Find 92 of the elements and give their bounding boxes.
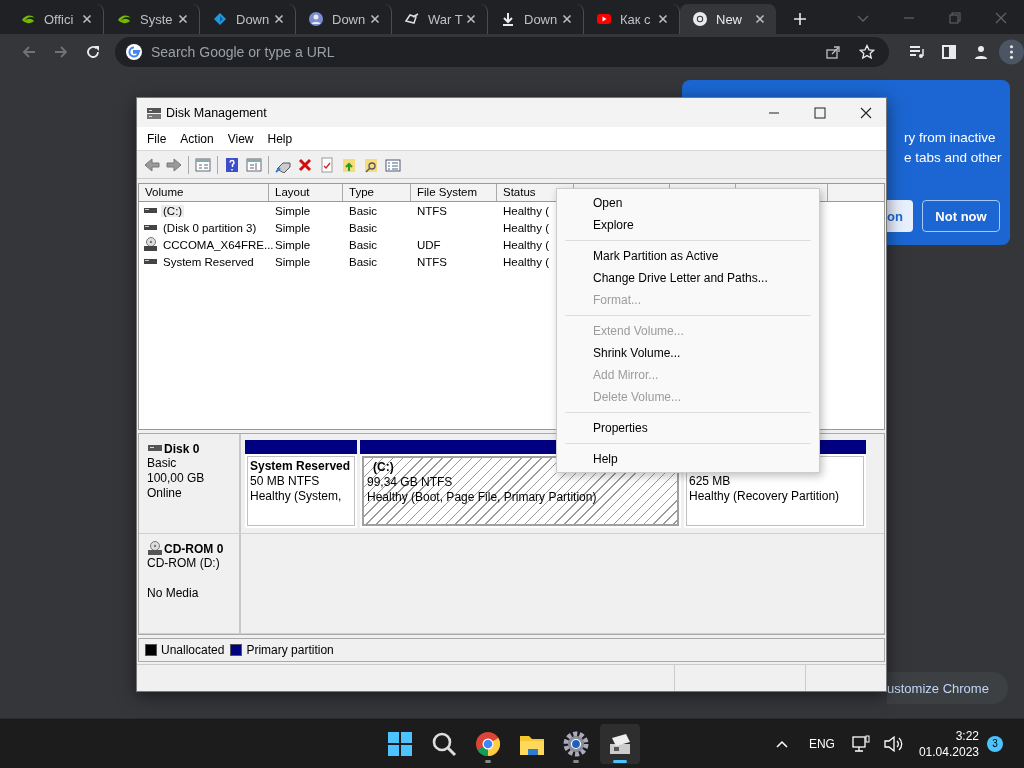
menu-item[interactable]: Explore	[557, 214, 819, 236]
diamond-icon	[212, 11, 228, 27]
column-header[interactable]: Layout	[269, 184, 343, 201]
column-header[interactable]: File System	[411, 184, 497, 201]
legend-label: Unallocated	[161, 643, 225, 657]
partition-status: Healthy (System,	[250, 489, 343, 504]
disk-info: Online	[147, 486, 183, 501]
legend-label: Primary partition	[246, 643, 334, 657]
folder-up-icon[interactable]	[341, 156, 357, 173]
media-list-icon[interactable]	[909, 44, 925, 60]
delete-icon[interactable]	[297, 156, 313, 173]
help-icon[interactable]	[224, 156, 240, 173]
table-cell[interactable]: CCCOMA_X64FRE...	[161, 238, 276, 251]
browser-tab[interactable]: New	[680, 4, 776, 34]
network-icon[interactable]	[850, 733, 871, 754]
google-logo-icon	[125, 43, 143, 61]
menu-item[interactable]: Action	[173, 129, 221, 148]
table-cell: UDF	[417, 238, 441, 251]
partition-status: Healthy (Recovery Partition)	[689, 489, 841, 504]
menu-item[interactable]: View	[220, 129, 261, 148]
menu-item[interactable]: Change Drive Letter and Paths...	[557, 267, 819, 289]
clock[interactable]: 3:22 01.04.2023	[918, 727, 979, 760]
volume-icon[interactable]	[882, 733, 903, 754]
disk-info: 100,00 GB	[147, 471, 206, 486]
avatar-icon	[308, 11, 324, 27]
cd-drive-icon	[147, 541, 163, 556]
disk-info: CD-ROM (D:)	[147, 556, 221, 571]
promo-button[interactable]: on	[887, 200, 913, 232]
forward-arrow-icon[interactable]	[53, 44, 69, 60]
maximize-icon[interactable]	[812, 104, 828, 121]
partition-status: Healthy (Boot, Page File, Primary Partition)	[367, 490, 598, 505]
menu-icon[interactable]	[999, 38, 1024, 66]
disk-info: No Media	[147, 586, 200, 601]
language-indicator[interactable]: ENG	[808, 736, 835, 751]
table-cell[interactable]: System Reserved	[161, 255, 256, 268]
back-arrow-icon[interactable]	[21, 44, 37, 60]
table-cell[interactable]: (C:)	[161, 204, 185, 217]
table-cell: Simple	[275, 238, 311, 251]
reload-icon[interactable]	[85, 44, 101, 60]
video-play-icon	[596, 11, 612, 27]
partition-block[interactable]: System Reserved 50 MB NTFS Healthy (System,	[245, 440, 357, 528]
taskbar-button[interactable]	[600, 723, 640, 764]
cd-drive-icon	[143, 237, 158, 252]
menu-item[interactable]: Properties	[557, 417, 819, 439]
table-cell: Simple	[275, 204, 311, 217]
table-cell: Healthy (	[503, 204, 550, 217]
disk-name: CD-ROM 0	[164, 541, 224, 556]
menu-item[interactable]: Shrink Volume...	[557, 342, 819, 364]
back-arrow-icon[interactable]	[144, 156, 160, 173]
table-cell: NTFS	[417, 204, 448, 217]
customize-chrome-button[interactable]: ustomize Chrome	[887, 672, 1008, 704]
window-title: Disk Management	[166, 105, 267, 120]
table-cell: Basic	[349, 238, 378, 251]
column-header[interactable]: Type	[343, 184, 411, 201]
table-cell: Simple	[275, 221, 311, 234]
chrome-logo-icon	[692, 11, 708, 27]
gear-icon	[562, 729, 590, 758]
disk-name: Disk 0	[164, 441, 200, 456]
promo-text: e tabs and other	[904, 149, 1003, 167]
table-cell: Basic	[349, 204, 378, 217]
share-icon[interactable]	[825, 44, 841, 60]
side-panel-icon[interactable]	[941, 44, 957, 60]
table-cell: Basic	[349, 255, 378, 268]
column-header[interactable]: Volume	[139, 184, 269, 201]
windows-logo-icon	[386, 729, 414, 758]
partition-size: 625 MB	[689, 474, 732, 489]
table-cell: Healthy (	[503, 238, 550, 251]
address-field[interactable]: Search Google or type a URL	[115, 37, 889, 67]
profile-icon[interactable]	[973, 44, 989, 60]
disk-info: Basic	[147, 456, 178, 471]
partition-size: 99,34 GB NTFS	[367, 475, 454, 490]
table-cell: Basic	[349, 221, 378, 234]
notification-badge[interactable]: 3	[987, 735, 1003, 752]
download-icon	[500, 11, 516, 27]
partition-size: 50 MB NTFS	[250, 474, 321, 489]
table-cell: Healthy (	[503, 221, 550, 234]
menu-item[interactable]: Help	[260, 129, 300, 148]
folder-search-icon[interactable]	[363, 156, 379, 173]
table-cell[interactable]: (Disk 0 partition 3)	[161, 221, 259, 234]
menu-item[interactable]: File	[140, 129, 174, 148]
not-now-button[interactable]: Not now	[922, 200, 1000, 232]
forward-arrow-icon[interactable]	[166, 156, 182, 173]
chrome-logo-icon	[474, 729, 502, 758]
partition-name: System Reserved	[250, 459, 352, 474]
table-cell: NTFS	[417, 255, 448, 268]
table-cell: Healthy (	[503, 255, 550, 268]
table-cell: Simple	[275, 255, 311, 268]
menu-item[interactable]: Mark Partition as Active	[557, 245, 819, 267]
bookmark-star-icon[interactable]	[859, 44, 875, 60]
checklist-icon[interactable]	[319, 156, 335, 173]
new-tab-icon[interactable]	[792, 11, 808, 27]
promo-text: ry from inactive	[904, 129, 997, 147]
